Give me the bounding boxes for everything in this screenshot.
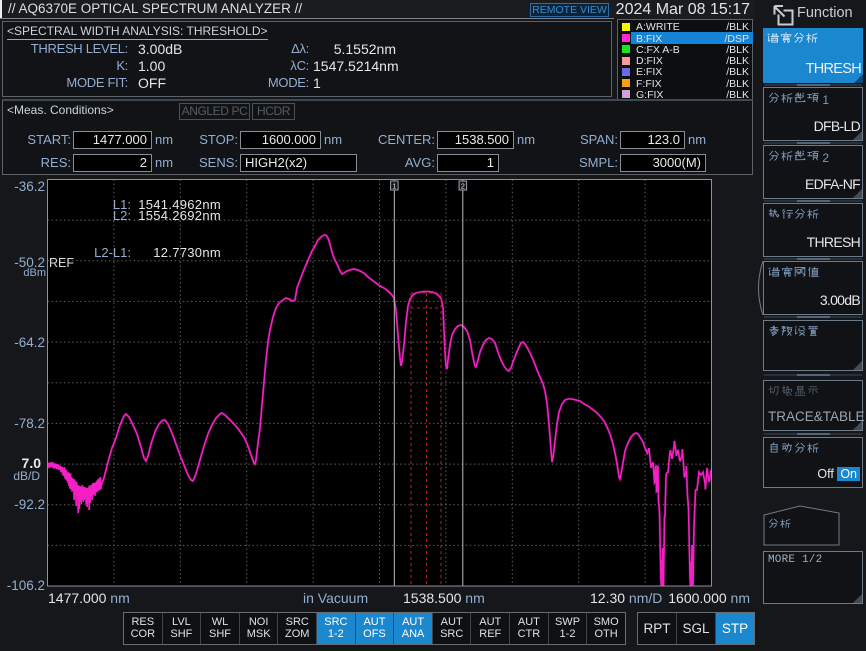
svg-text:1: 1 — [392, 182, 396, 191]
svg-text:2: 2 — [461, 182, 465, 191]
